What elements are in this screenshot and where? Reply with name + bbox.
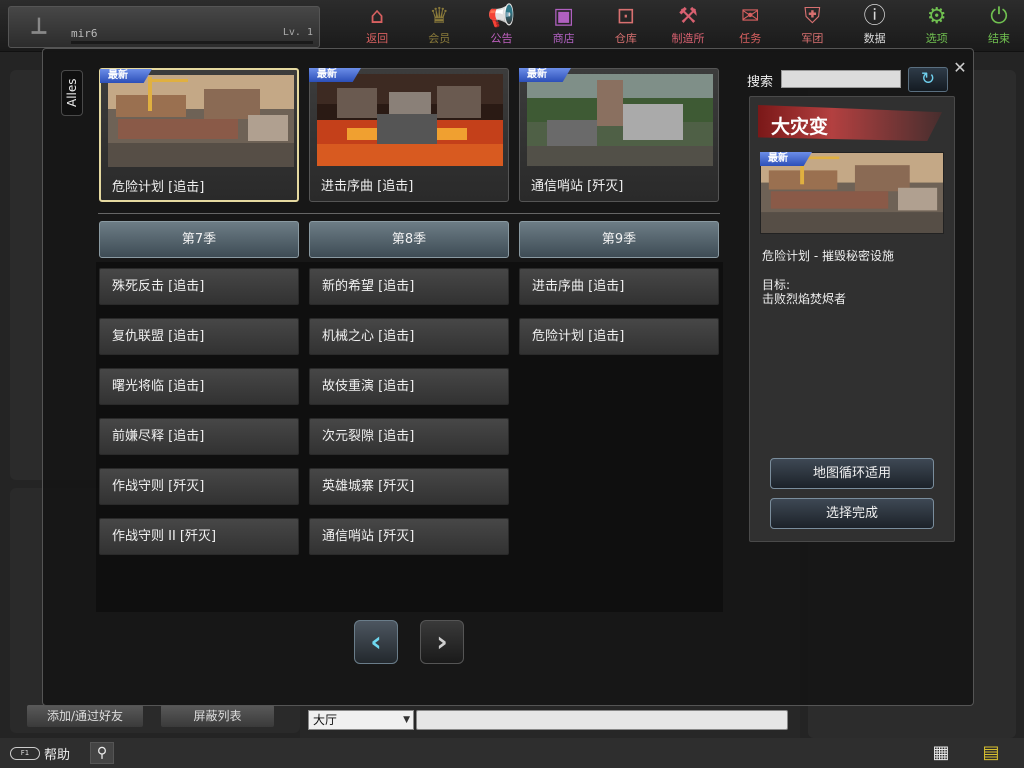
nav-item-label: 仓库 bbox=[614, 32, 637, 45]
calendar-icon[interactable]: ▦ bbox=[930, 742, 952, 764]
exp-bar bbox=[71, 41, 313, 44]
featured-map-card[interactable]: 最新 进击序曲 [追击] bbox=[309, 68, 509, 202]
map-list-item[interactable]: 进击序曲 [追击] bbox=[519, 268, 719, 305]
nav-item[interactable]: ✉ 任务 bbox=[719, 2, 781, 50]
map-list-item[interactable]: 故伎重演 [追击] bbox=[309, 368, 509, 405]
block-list-button[interactable]: 屏蔽列表 bbox=[160, 704, 275, 728]
tab-season-8[interactable]: 第8季 bbox=[309, 221, 509, 258]
new-badge: 最新 bbox=[519, 68, 571, 82]
nav-item[interactable]: ⊡ 仓库 bbox=[595, 2, 657, 50]
map-list-item[interactable]: 英雄城寨 [歼灭] bbox=[309, 468, 509, 505]
home-icon: ⌂ bbox=[370, 4, 385, 29]
chevron-down-icon: ▼ bbox=[403, 715, 410, 725]
player-level: Lv. 1 bbox=[282, 27, 313, 38]
map-name: 进击序曲 [追击] bbox=[321, 179, 414, 194]
map-rotation-button[interactable]: 地图循环适用 bbox=[770, 458, 934, 489]
map-list-item[interactable]: 作战守则 [歼灭] bbox=[99, 468, 299, 505]
nav-item-label: 选项 bbox=[925, 32, 948, 45]
new-badge: 最新 bbox=[100, 69, 152, 83]
nav-item-label: 商店 bbox=[552, 32, 575, 45]
nav-item-label: 任务 bbox=[739, 32, 762, 45]
help-label: 帮助 bbox=[44, 747, 71, 763]
nav-item[interactable]: ⚒ 制造所 bbox=[657, 2, 719, 50]
nav-item-label: 军团 bbox=[801, 32, 824, 45]
nav-item-label: 会员 bbox=[428, 32, 451, 45]
divider bbox=[98, 213, 720, 214]
nav-item-label: 公告 bbox=[490, 32, 513, 45]
shield-icon: ⛨ bbox=[804, 4, 821, 29]
map-list-item[interactable]: 复仇联盟 [追击] bbox=[99, 318, 299, 355]
briefcase-icon: ⊡ bbox=[616, 4, 636, 29]
new-badge: 最新 bbox=[309, 68, 361, 82]
map-name: 通信哨站 [歼灭] bbox=[531, 179, 624, 194]
map-list-item[interactable]: 作战守则 II [歼灭] bbox=[99, 518, 299, 555]
filter-tab-all[interactable]: Alles bbox=[61, 70, 83, 116]
map-list-item[interactable]: 前嫌尽释 [追击] bbox=[99, 418, 299, 455]
featured-map-card[interactable]: 最新 危险计划 [追击] bbox=[99, 68, 299, 202]
mode-title: 大灾变 bbox=[771, 116, 829, 138]
nav-item[interactable]: ♛ 会员 bbox=[408, 2, 470, 50]
featured-map-card[interactable]: 最新 通信哨站 [歼灭] bbox=[519, 68, 719, 202]
craft-icon: ⚒ bbox=[678, 4, 698, 29]
bottom-bar: F1 帮助 ⚲ ▦ ▤ bbox=[0, 738, 1024, 768]
crown-icon: ♛ bbox=[429, 4, 450, 29]
map-description: 危险计划 - 摧毁秘密设施 bbox=[762, 249, 894, 263]
megaphone-icon: 📢 bbox=[487, 4, 516, 29]
map-thumbnail bbox=[527, 74, 713, 166]
nav-item[interactable]: ⚙ 选项 bbox=[906, 2, 968, 50]
search-input[interactable] bbox=[781, 70, 901, 88]
map-list-item[interactable]: 殊死反击 [追击] bbox=[99, 268, 299, 305]
top-nav-bar: ⟂ mir6 Lv. 1 ⌂ 返回 ♛ 会员 📢 公告 ▣ 商店 ⊡ 仓库 ⚒ 制造所 ✉ 任务 ⛨ 军团 ⓘ 数… bbox=[0, 0, 1024, 52]
map-list-item[interactable]: 机械之心 [追击] bbox=[309, 318, 509, 355]
map-list-item[interactable]: 新的希望 [追击] bbox=[309, 268, 509, 305]
nav-item-label: 结束 bbox=[987, 32, 1010, 45]
help-button[interactable]: F1 帮助 bbox=[10, 744, 71, 763]
main-menu: ⌂ 返回 ♛ 会员 📢 公告 ▣ 商店 ⊡ 仓库 ⚒ 制造所 ✉ 任务 ⛨ 军团 ⓘ 数据 ⚙ 选项 ⏻ 结束 bbox=[346, 2, 1024, 50]
gear-icon: ⚙ bbox=[926, 4, 947, 29]
nav-item-label: 返回 bbox=[366, 32, 389, 45]
shop-icon: ▣ bbox=[553, 4, 575, 29]
map-thumbnail bbox=[108, 75, 294, 167]
next-page-button[interactable]: › bbox=[420, 620, 464, 664]
goal-text: 击败烈焰焚烬者 bbox=[762, 292, 847, 306]
map-list-item[interactable]: 通信哨站 [歼灭] bbox=[309, 518, 509, 555]
chat-input[interactable] bbox=[416, 710, 788, 730]
keyboard-key-icon: F1 bbox=[10, 746, 40, 760]
player-info: ⟂ mir6 Lv. 1 bbox=[8, 6, 320, 48]
chat-channel-select[interactable]: 大厅 ▼ bbox=[308, 710, 414, 730]
add-friend-button[interactable]: 添加/通过好友 bbox=[26, 704, 144, 728]
select-done-button[interactable]: 选择完成 bbox=[770, 498, 934, 529]
prev-page-button[interactable]: ‹ bbox=[354, 620, 398, 664]
tab-season-9[interactable]: 第9季 bbox=[519, 221, 719, 258]
nav-item-label: 数据 bbox=[863, 32, 886, 45]
film-icon[interactable]: ▤ bbox=[978, 742, 1004, 764]
nav-item[interactable]: ▣ 商店 bbox=[533, 2, 595, 50]
search-icon[interactable]: ⚲ bbox=[90, 742, 114, 764]
nav-item[interactable]: 📢 公告 bbox=[470, 2, 532, 50]
nav-item[interactable]: ⏻ 结束 bbox=[968, 2, 1024, 50]
map-list-item[interactable]: 危险计划 [追击] bbox=[519, 318, 719, 355]
map-list-item[interactable]: 次元裂隙 [追击] bbox=[309, 418, 509, 455]
map-thumbnail bbox=[317, 74, 503, 166]
power-icon: ⏻ bbox=[990, 4, 1008, 29]
player-name: mir6 bbox=[71, 27, 98, 40]
info-icon: ⓘ bbox=[863, 4, 886, 29]
map-name: 危险计划 [追击] bbox=[112, 180, 205, 195]
new-badge: 最新 bbox=[760, 152, 812, 166]
close-icon[interactable]: ✕ bbox=[952, 60, 968, 76]
nav-item-label: 制造所 bbox=[671, 32, 705, 45]
tab-season-7[interactable]: 第7季 bbox=[99, 221, 299, 258]
nav-item[interactable]: ⓘ 数据 bbox=[844, 2, 906, 50]
chat-channel-label: 大厅 bbox=[313, 713, 338, 727]
rank-emblem-icon: ⟂ bbox=[31, 14, 47, 39]
search-label: 搜索 bbox=[747, 75, 774, 90]
nav-item[interactable]: ⌂ 返回 bbox=[346, 2, 408, 50]
refresh-icon[interactable]: ↻ bbox=[908, 67, 948, 92]
nav-item[interactable]: ⛨ 军团 bbox=[781, 2, 843, 50]
quest-icon: ✉ bbox=[741, 4, 760, 29]
map-list-item[interactable]: 曙光将临 [追击] bbox=[99, 368, 299, 405]
